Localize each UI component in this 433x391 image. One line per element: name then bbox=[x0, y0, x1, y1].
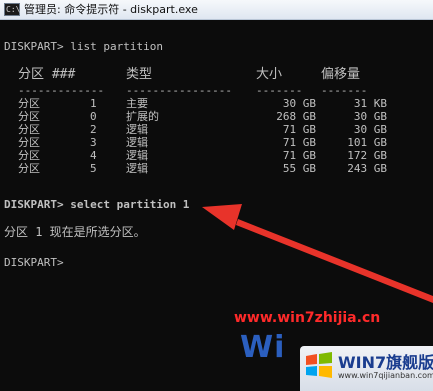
partition-type: 逻辑 bbox=[126, 123, 148, 136]
partition-label: 分区 bbox=[18, 97, 40, 110]
windows-flag-icon bbox=[306, 352, 332, 378]
partition-size: 71 GB bbox=[282, 123, 316, 136]
column-header-offset: 偏移量 bbox=[321, 67, 361, 82]
partition-offset: 30 GB bbox=[353, 110, 387, 123]
column-separator: ------- bbox=[256, 84, 303, 97]
partition-label: 分区 bbox=[18, 136, 40, 149]
cmd-icon: C:\ bbox=[4, 3, 21, 16]
badge-url: www.win7qijianban.com bbox=[338, 371, 433, 380]
partition-type: 扩展的 bbox=[126, 110, 159, 123]
partition-size: 71 GB bbox=[282, 136, 316, 149]
partition-size: 55 GB bbox=[282, 162, 316, 175]
column-header-size: 大小 bbox=[256, 67, 283, 82]
console-area[interactable]: DISKPART> list partition 分区 ### 类型 大小 偏移… bbox=[0, 20, 433, 391]
partition-type: 主要 bbox=[126, 97, 148, 110]
partition-label: 分区 bbox=[18, 149, 40, 162]
partition-size: 30 GB bbox=[282, 97, 316, 110]
watermark-badge: WIN7旗舰版 www.win7qijianban.com bbox=[300, 346, 433, 391]
watermark-site: www.win7zhijia.cn bbox=[234, 310, 381, 326]
partition-number: 1 bbox=[90, 97, 97, 110]
partition-number: 0 bbox=[90, 110, 97, 123]
window-title: 管理员: 命令提示符 - diskpart.exe bbox=[24, 3, 198, 16]
partition-label: 分区 bbox=[18, 110, 40, 123]
column-separator: ---------------- bbox=[126, 84, 232, 97]
column-header-partition: 分区 ### bbox=[18, 67, 76, 82]
command-line: DISKPART> list partition bbox=[4, 40, 163, 53]
badge-title: WIN7旗舰版 bbox=[338, 353, 433, 372]
partition-type: 逻辑 bbox=[126, 136, 148, 149]
partition-offset: 172 GB bbox=[347, 149, 387, 162]
command-prompt[interactable]: DISKPART> bbox=[4, 256, 64, 269]
partition-number: 5 bbox=[90, 162, 97, 175]
command-line: DISKPART> select partition 1 bbox=[4, 198, 190, 211]
partition-label: 分区 bbox=[18, 123, 40, 136]
partition-number: 3 bbox=[90, 136, 97, 149]
partition-size: 268 GB bbox=[276, 110, 316, 123]
window-titlebar[interactable]: C:\ 管理员: 命令提示符 - diskpart.exe bbox=[0, 0, 433, 20]
partition-offset: 30 GB bbox=[353, 123, 387, 136]
partition-offset: 31 KB bbox=[353, 97, 387, 110]
column-separator: ------------- bbox=[18, 84, 105, 97]
partition-type: 逻辑 bbox=[126, 162, 148, 175]
watermark-logo: Wi bbox=[240, 330, 286, 365]
partition-number: 4 bbox=[90, 149, 97, 162]
column-header-type: 类型 bbox=[126, 67, 153, 82]
partition-number: 2 bbox=[90, 123, 97, 136]
column-separator: ------- bbox=[321, 84, 368, 97]
partition-offset: 243 GB bbox=[347, 162, 387, 175]
partition-type: 逻辑 bbox=[126, 149, 148, 162]
command-result: 分区 1 现在是所选分区。 bbox=[4, 225, 146, 239]
partition-offset: 101 GB bbox=[347, 136, 387, 149]
partition-label: 分区 bbox=[18, 162, 40, 175]
partition-size: 71 GB bbox=[282, 149, 316, 162]
